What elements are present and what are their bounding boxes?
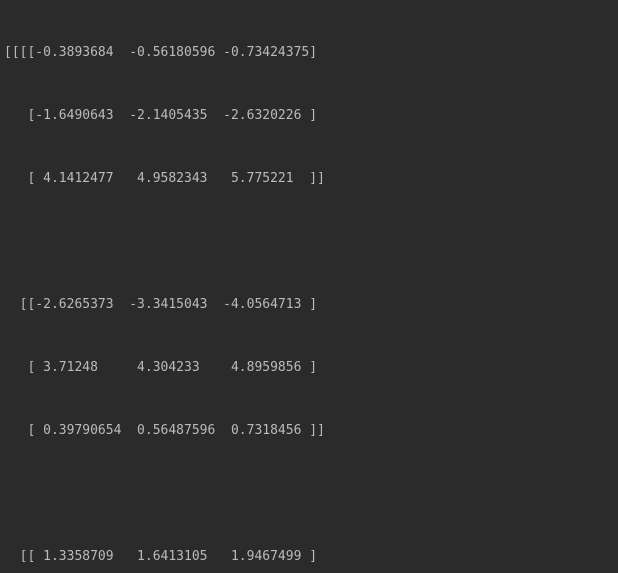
output-line: [ 0.39790654 0.56487596 0.7318456 ]] — [4, 420, 614, 441]
output-line — [4, 231, 614, 252]
output-line: [[ 1.3358709 1.6413105 1.9467499 ] — [4, 546, 614, 567]
output-line: [[-2.6265373 -3.3415043 -4.0564713 ] — [4, 294, 614, 315]
output-line: [-1.6490643 -2.1405435 -2.6320226 ] — [4, 105, 614, 126]
output-line — [4, 483, 614, 504]
output-line: [ 4.1412477 4.9582343 5.775221 ]] — [4, 168, 614, 189]
output-line: [ 3.71248 4.304233 4.8959856 ] — [4, 357, 614, 378]
output-line: [[[[-0.3893684 -0.56180596 -0.73424375] — [4, 42, 614, 63]
terminal-output: [[[[-0.3893684 -0.56180596 -0.73424375] … — [0, 0, 618, 573]
